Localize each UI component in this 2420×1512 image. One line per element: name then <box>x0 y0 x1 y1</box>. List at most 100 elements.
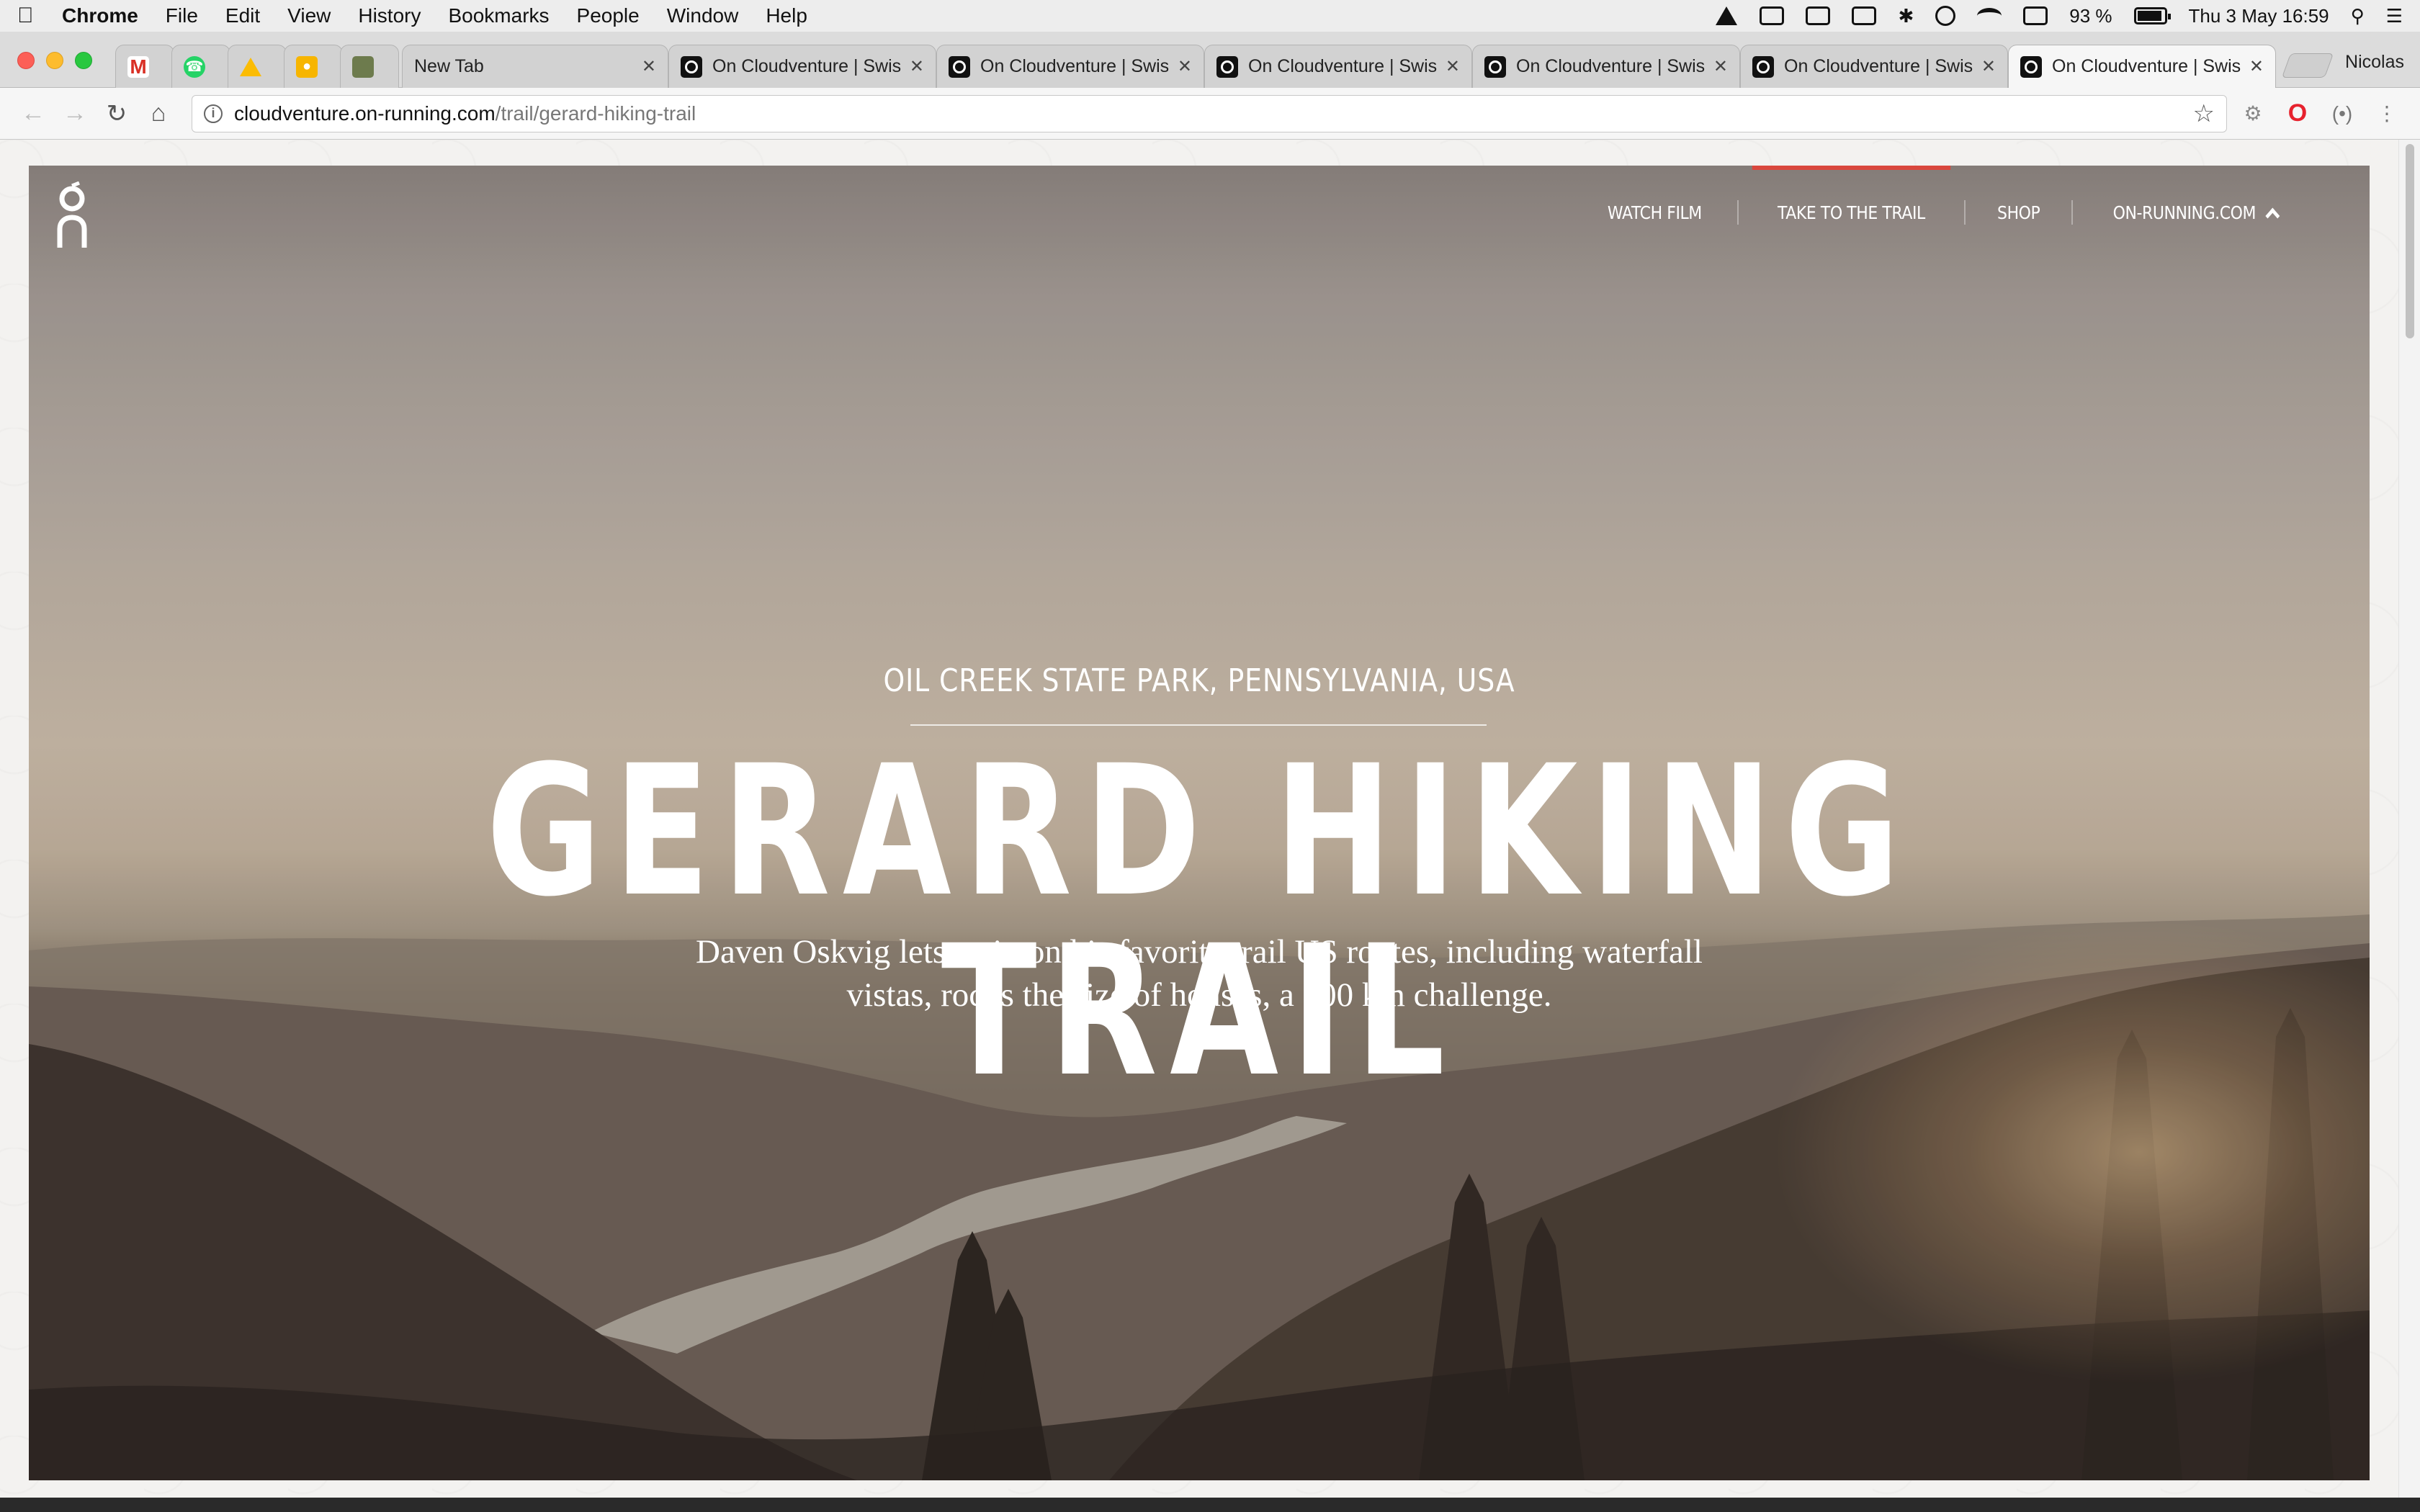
nav-divider <box>1964 200 1966 225</box>
close-tab-icon[interactable]: ✕ <box>1981 56 1996 77</box>
battery-percent[interactable]: 93 % <box>2069 5 2112 27</box>
tab-new-tab[interactable]: New Tab ✕ <box>402 45 668 88</box>
menu-file[interactable]: File <box>166 4 198 27</box>
tab-cloudventure-active[interactable]: On Cloudventure | Swis ✕ <box>2008 45 2276 88</box>
window-bottom-edge <box>0 1498 2420 1512</box>
minimize-window-button[interactable] <box>46 52 63 69</box>
profile-button[interactable]: Nicolas <box>2345 52 2404 73</box>
on-icon <box>2020 55 2042 78</box>
menu-bookmarks[interactable]: Bookmarks <box>448 4 549 27</box>
bookmark-star-icon[interactable]: ☆ <box>2193 99 2215 128</box>
page-viewport: WATCH FILM TAKE TO THE TRAIL SHOP ON-RUN… <box>0 140 2420 1512</box>
close-tab-icon[interactable]: ✕ <box>2249 56 2264 77</box>
close-tab-icon[interactable]: ✕ <box>1446 56 1460 77</box>
nav-on-running-label: ON-RUNNING.COM <box>2112 202 2257 223</box>
chevron-up-icon <box>2265 207 2280 225</box>
nav-divider <box>2071 200 2074 225</box>
backup-status-icon[interactable] <box>1760 6 1785 25</box>
page-scrollbar[interactable] <box>2398 140 2420 1512</box>
tab-cloudventure[interactable]: On Cloudventure | Swis ✕ <box>1204 45 1472 88</box>
forward-button[interactable]: → <box>56 95 94 132</box>
tab-google-keep[interactable]: ● <box>284 45 343 88</box>
tab-cloudventure[interactable]: On Cloudventure | Swis ✕ <box>936 45 1204 88</box>
menu-app-name[interactable]: Chrome <box>62 4 138 27</box>
tab-whatsapp[interactable]: ☎ <box>171 45 230 88</box>
close-window-button[interactable] <box>17 52 35 69</box>
window-controls <box>17 52 92 69</box>
close-tab-icon[interactable]: ✕ <box>1713 56 1728 77</box>
tab-google-drive[interactable] <box>228 45 287 88</box>
status-menus: ✱ 93 % Thu 3 May 16:59 ⚲ ☰ <box>1713 5 2403 27</box>
tab-photo[interactable] <box>340 45 399 88</box>
opera-extension-icon[interactable]: O <box>2279 95 2316 132</box>
tab-cloudventure[interactable]: On Cloudventure | Swis ✕ <box>1740 45 2008 88</box>
gmail-icon: M <box>127 55 149 78</box>
chrome-menu-icon[interactable]: ⋮ <box>2368 95 2406 132</box>
nav-watch-film[interactable]: WATCH FILM <box>1582 166 1727 259</box>
wifi-icon[interactable] <box>1977 8 2002 24</box>
browser-tab-strip: M ☎ ● New Tab ✕ On Cloudventure | Swis ✕… <box>0 32 2420 88</box>
tab-title: On Cloudventure | Swis <box>712 56 902 76</box>
nav-on-running[interactable]: ON-RUNNING.COM <box>2088 166 2303 259</box>
close-tab-icon[interactable]: ✕ <box>1178 56 1192 77</box>
nav-shop[interactable]: SHOP <box>1972 166 2066 259</box>
address-bar[interactable]: i cloudventure.on-running.com/trail/gera… <box>192 94 2227 132</box>
hero-description: Daven Oskvig lets us in on his favorite … <box>696 933 1703 1014</box>
on-logo-icon[interactable] <box>55 181 89 251</box>
close-tab-icon[interactable]: ✕ <box>910 56 924 77</box>
home-button[interactable]: ⌂ <box>140 95 177 132</box>
hero-section: WATCH FILM TAKE TO THE TRAIL SHOP ON-RUN… <box>29 166 2370 1480</box>
time-machine-icon[interactable] <box>1935 6 1956 26</box>
display-status-icon[interactable] <box>1806 6 1831 25</box>
site-navigation: WATCH FILM TAKE TO THE TRAIL SHOP ON-RUN… <box>1572 166 2318 259</box>
url-host: cloudventure.on-running.com <box>234 102 496 125</box>
location-divider <box>910 724 1487 726</box>
on-icon <box>949 55 970 78</box>
tab-cloudventure[interactable]: On Cloudventure | Swis ✕ <box>668 45 936 88</box>
browser-toolbar: ← → ↻ ⌂ i cloudventure.on-running.com/tr… <box>0 88 2420 140</box>
menu-people[interactable]: People <box>577 4 640 27</box>
tab-cloudventure[interactable]: On Cloudventure | Swis ✕ <box>1472 45 1740 88</box>
apple-menu-icon[interactable]:  <box>17 4 52 28</box>
tab-title: On Cloudventure | Swis <box>2052 56 2241 76</box>
menu-help[interactable]: Help <box>766 4 807 27</box>
extension-icon[interactable]: (•) <box>2323 95 2361 132</box>
tab-title: On Cloudventure | Swis <box>1248 56 1438 76</box>
clock[interactable]: Thu 3 May 16:59 <box>2189 5 2329 27</box>
on-icon <box>1752 55 1774 78</box>
back-button[interactable]: ← <box>14 95 52 132</box>
menu-view[interactable]: View <box>287 4 331 27</box>
menu-window[interactable]: Window <box>667 4 739 27</box>
tab-gmail[interactable]: M <box>115 45 174 88</box>
hero-title: GERARD HIKING TRAIL <box>485 726 1912 1116</box>
new-tab-button[interactable] <box>2281 53 2334 78</box>
photo-icon <box>352 55 374 78</box>
spotlight-search-icon[interactable]: ⚲ <box>2351 5 2365 27</box>
bluetooth-icon[interactable]: ✱ <box>1898 5 1914 27</box>
keyboard-input-icon[interactable] <box>2023 6 2048 25</box>
whatsapp-icon: ☎ <box>184 55 205 78</box>
fullscreen-window-button[interactable] <box>75 52 92 69</box>
google-drive-status-icon[interactable] <box>1713 6 1738 25</box>
tab-title: On Cloudventure | Swis <box>1516 56 1706 76</box>
url-path: /trail/gerard-hiking-trail <box>495 102 696 125</box>
scrollbar-thumb[interactable] <box>2406 144 2414 338</box>
google-drive-icon <box>240 57 261 76</box>
menu-edit[interactable]: Edit <box>225 4 260 27</box>
notification-center-icon[interactable]: ☰ <box>2386 5 2403 27</box>
battery-icon[interactable] <box>2133 7 2171 24</box>
nav-take-to-the-trail[interactable]: TAKE TO THE TRAIL <box>1752 166 1951 259</box>
on-icon <box>681 55 702 78</box>
on-icon <box>1484 55 1506 78</box>
hero-location: OIL CREEK STATE PARK, PENNSYLVANIA, USA <box>883 662 1515 699</box>
menu-history[interactable]: History <box>358 4 421 27</box>
tab-title: On Cloudventure | Swis <box>1784 56 1973 76</box>
tab-title: New Tab <box>414 56 484 76</box>
airplay-icon[interactable] <box>1852 6 1877 25</box>
extension-settings-icon[interactable]: ⚙ <box>2234 95 2272 132</box>
nav-divider <box>1737 200 1739 225</box>
close-tab-icon[interactable]: ✕ <box>642 56 656 77</box>
reload-button[interactable]: ↻ <box>98 95 135 132</box>
site-info-icon[interactable]: i <box>204 104 223 123</box>
tab-title: On Cloudventure | Swis <box>980 56 1170 76</box>
